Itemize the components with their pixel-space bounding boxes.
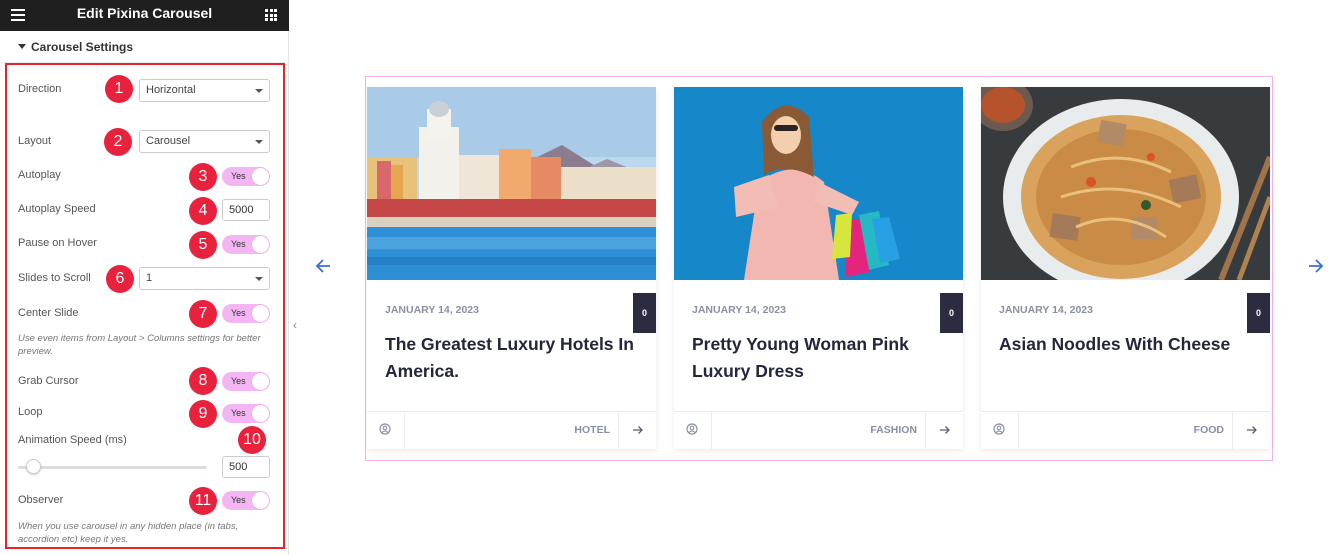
grab-cursor-toggle-text: Yes (231, 376, 246, 386)
comment-count-badge: 0 (1247, 293, 1270, 333)
pause-on-hover-label: Pause on Hover (18, 237, 97, 249)
center-slide-toggle-text: Yes (231, 308, 246, 318)
center-slide-toggle[interactable]: Yes (222, 304, 270, 323)
toggle-knob (252, 373, 269, 390)
comment-count-badge: 0 (940, 293, 963, 333)
card-footer: FASHION (674, 411, 963, 449)
pause-on-hover-toggle[interactable]: Yes (222, 235, 270, 254)
carousel-settings-section[interactable]: Carousel Settings (0, 31, 289, 63)
toggle-knob (252, 168, 269, 185)
loop-label: Loop (18, 406, 43, 418)
arrow-left-icon[interactable] (314, 256, 334, 276)
comment-count-badge: 0 (633, 293, 656, 333)
layout-label: Layout (18, 135, 52, 147)
animation-speed-input[interactable]: 500 (222, 456, 270, 478)
marker-6: 6 (106, 265, 134, 293)
panel-header: Edit Pixina Carousel (0, 0, 289, 31)
layout-value: Carousel (146, 135, 191, 147)
animation-speed-slider-handle[interactable] (26, 459, 41, 474)
autoplay-toggle-text: Yes (231, 171, 246, 181)
chevron-down-icon (255, 140, 263, 144)
post-title[interactable]: Pretty Young Woman Pink Luxury Dress (692, 331, 950, 385)
woman-shopping-bags-photo[interactable] (674, 87, 963, 280)
marker-5: 5 (189, 231, 217, 259)
slides-to-scroll-label: Slides to Scroll (18, 272, 91, 284)
center-slide-note: Use even items from Layout > Columns set… (18, 333, 261, 357)
post-date: JANUARY 14, 2023 (692, 304, 786, 316)
card-footer: FOOD (981, 411, 1270, 449)
post-title[interactable]: The Greatest Luxury Hotels In America. (385, 331, 643, 385)
autoplay-speed-input[interactable]: 5000 (222, 199, 270, 221)
direction-select[interactable]: Horizontal (139, 79, 270, 102)
toggle-knob (252, 236, 269, 253)
author-button[interactable] (981, 412, 1019, 449)
carousel-card[interactable]: JANUARY 14, 2023 0 The Greatest Luxury H… (367, 87, 656, 449)
post-date: JANUARY 14, 2023 (385, 304, 479, 316)
marker-1: 1 (105, 75, 133, 103)
read-more-button[interactable] (1232, 412, 1270, 449)
read-more-button[interactable] (618, 412, 656, 449)
collapse-panel-icon[interactable]: ‹ (289, 318, 301, 336)
apps-grid-icon[interactable] (265, 9, 277, 21)
direction-label: Direction (18, 83, 62, 95)
chevron-down-icon (255, 89, 263, 93)
arrow-right-icon[interactable] (1305, 256, 1325, 276)
author-button[interactable] (674, 412, 712, 449)
toggle-knob (252, 305, 269, 322)
chevron-down-icon (255, 277, 263, 281)
autoplay-speed-label: Autoplay Speed (18, 203, 96, 215)
hotel-pool-photo[interactable] (367, 87, 656, 280)
marker-7: 7 (189, 300, 217, 328)
carousel-card[interactable]: JANUARY 14, 2023 0 Pretty Young Woman Pi… (674, 87, 963, 449)
grab-cursor-label: Grab Cursor (18, 375, 79, 387)
author-button[interactable] (367, 412, 405, 449)
marker-4: 4 (189, 197, 217, 225)
category-link[interactable]: HOTEL (574, 424, 610, 436)
marker-9: 9 (189, 400, 217, 428)
section-title: Carousel Settings (31, 40, 134, 54)
animation-speed-slider-track[interactable] (18, 466, 207, 469)
carousel-card[interactable]: JANUARY 14, 2023 0 Asian Noodles With Ch… (981, 87, 1270, 449)
category-link[interactable]: FASHION (870, 424, 917, 436)
slides-to-scroll-value: 1 (146, 272, 153, 284)
autoplay-label: Autoplay (18, 169, 61, 181)
center-slide-label: Center Slide (18, 307, 79, 319)
user-circle-icon (379, 423, 391, 435)
caret-down-icon (18, 44, 26, 49)
loop-toggle[interactable]: Yes (222, 404, 270, 423)
panel-title: Edit Pixina Carousel (76, 5, 213, 21)
marker-2: 2 (104, 128, 132, 156)
user-circle-icon (686, 423, 698, 435)
arrow-right-icon (940, 426, 950, 434)
marker-8: 8 (189, 367, 217, 395)
toggle-knob (252, 492, 269, 509)
slides-to-scroll-select[interactable]: 1 (139, 267, 270, 290)
user-circle-icon (993, 423, 1005, 435)
marker-10: 10 (238, 426, 266, 454)
observer-note: When you use carousel in any hidden plac… (18, 521, 239, 545)
grab-cursor-toggle[interactable]: Yes (222, 372, 270, 391)
noodles-bowl-photo[interactable] (981, 87, 1270, 280)
marker-3: 3 (189, 163, 217, 191)
direction-value: Horizontal (146, 84, 196, 96)
marker-11: 11 (189, 487, 217, 515)
card-footer: HOTEL (367, 411, 656, 449)
observer-toggle-text: Yes (231, 495, 246, 505)
animation-speed-label: Animation Speed (ms) (18, 434, 127, 446)
toggle-knob (252, 405, 269, 422)
pause-on-hover-toggle-text: Yes (231, 239, 246, 249)
category-link[interactable]: FOOD (1194, 424, 1224, 436)
arrow-right-icon (1247, 426, 1257, 434)
read-more-button[interactable] (925, 412, 963, 449)
layout-select[interactable]: Carousel (139, 130, 270, 153)
editor-panel: Edit Pixina Carousel Carousel Settings D… (0, 0, 289, 555)
autoplay-toggle[interactable]: Yes (222, 167, 270, 186)
post-date: JANUARY 14, 2023 (999, 304, 1093, 316)
arrow-right-icon (633, 426, 643, 434)
post-title[interactable]: Asian Noodles With Cheese (999, 331, 1257, 358)
loop-toggle-text: Yes (231, 408, 246, 418)
observer-label: Observer (18, 494, 64, 506)
observer-toggle[interactable]: Yes (222, 491, 270, 510)
